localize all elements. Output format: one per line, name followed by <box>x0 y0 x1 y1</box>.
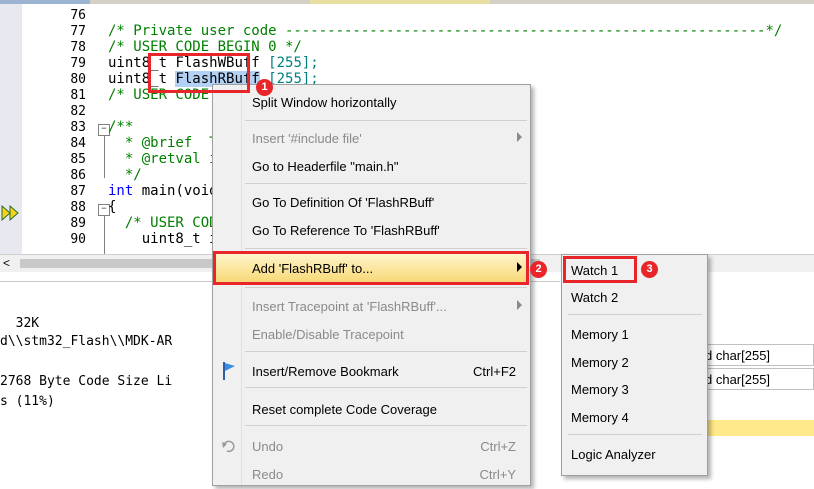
menu-item-bookmark[interactable]: Insert/Remove Bookmark Ctrl+F2 <box>213 356 530 386</box>
line-number: 80 <box>70 72 86 87</box>
line-number: 77 <box>70 24 86 39</box>
menu-separator <box>245 248 527 249</box>
submenu-item-label: Memory 4 <box>571 410 629 425</box>
code-line[interactable]: /* Private user code -------------------… <box>108 23 782 39</box>
undo-icon <box>222 440 235 453</box>
menu-item-redo[interactable]: Redo Ctrl+Y <box>213 459 530 489</box>
watch-panel: l d char[255] d char[255] <box>700 330 814 430</box>
context-menu[interactable]: Split Window horizontally Insert '#inclu… <box>212 84 531 486</box>
execution-arrow-icon <box>1 204 19 222</box>
annotation-box-identifier <box>148 53 250 93</box>
code-line[interactable]: uint8_t i; <box>108 231 226 247</box>
line-number: 89 <box>70 216 86 231</box>
menu-item-label: Go To Reference To 'FlashRBuff' <box>252 223 440 238</box>
output-line: 2768 Byte Code Size Li <box>0 374 173 389</box>
annotation-badge-2: 2 <box>530 261 547 278</box>
menu-item-label: Insert/Remove Bookmark <box>252 364 399 379</box>
line-number: 78 <box>70 40 86 55</box>
scroll-left-icon[interactable]: < <box>3 256 10 270</box>
bookmark-flag-icon <box>223 362 235 380</box>
menu-separator <box>245 183 527 184</box>
menu-item-label: Insert Tracepoint at 'FlashRBuff'... <box>252 299 447 314</box>
submenu-item-memory-3[interactable]: Memory 3 <box>562 376 707 402</box>
fold-line <box>104 136 105 178</box>
menu-item-label: Redo <box>252 467 284 482</box>
code-line[interactable]: /** <box>108 119 133 135</box>
menu-separator <box>245 120 527 121</box>
menu-item-shortcut: Ctrl+Z <box>480 439 516 454</box>
fold-line <box>104 216 105 254</box>
line-number: 81 <box>70 88 86 103</box>
annotation-badge-3: 3 <box>641 261 658 278</box>
line-number: 79 <box>70 56 86 71</box>
menu-item-label: Go To Definition Of 'FlashRBuff' <box>252 195 435 210</box>
menu-item-insert-include[interactable]: Insert '#include file' <box>213 123 530 153</box>
menu-item-label: Go to Headerfile "main.h" <box>252 159 399 174</box>
submenu-item-label: Memory 2 <box>571 355 629 370</box>
submenu-item-watch-2[interactable]: Watch 2 <box>562 284 707 310</box>
menu-item-undo[interactable]: Undo Ctrl+Z <box>213 431 530 461</box>
menu-separator <box>245 287 527 288</box>
submenu-item-label: Logic Analyzer <box>571 447 656 462</box>
menu-separator <box>245 351 527 352</box>
submenu-item-label: Watch 2 <box>571 290 619 305</box>
add-to-submenu[interactable]: Watch 1 Watch 2 Memory 1 Memory 2 Memory… <box>561 254 708 476</box>
line-number: 83 <box>70 120 86 135</box>
menu-item-go-to-definition[interactable]: Go To Definition Of 'FlashRBuff' <box>213 187 530 217</box>
submenu-item-memory-2[interactable]: Memory 2 <box>562 349 707 375</box>
menu-item-label: Split Window horizontally <box>252 95 397 110</box>
menu-separator <box>568 434 702 435</box>
code-line[interactable]: /* USER CODE <box>108 215 226 231</box>
line-number: 84 <box>70 136 86 151</box>
watch-row[interactable]: d char[255] <box>700 344 814 366</box>
menu-item-label: Insert '#include file' <box>252 131 362 146</box>
menu-separator <box>245 387 527 388</box>
code-line[interactable]: */ <box>108 167 142 183</box>
menu-item-enable-tracepoint[interactable]: Enable/Disable Tracepoint <box>213 319 530 349</box>
menu-separator <box>568 314 702 315</box>
watch-row[interactable]: d char[255] <box>700 368 814 390</box>
output-line: 32K <box>0 316 40 331</box>
line-number: 85 <box>70 152 86 167</box>
output-line: s (11%) <box>0 394 55 409</box>
code-line[interactable]: int main(void) <box>108 183 226 199</box>
line-number: 87 <box>70 184 86 199</box>
submenu-arrow-icon <box>517 132 522 142</box>
menu-item-shortcut: Ctrl+F2 <box>473 364 516 379</box>
line-number: 86 <box>70 168 86 183</box>
code-line[interactable]: { <box>108 199 116 215</box>
menu-item-shortcut: Ctrl+Y <box>479 467 516 482</box>
keyword-token: int <box>108 183 134 199</box>
status-highlight <box>700 420 814 436</box>
code-token: [255]; <box>259 55 319 71</box>
submenu-item-memory-4[interactable]: Memory 4 <box>562 404 707 430</box>
line-number: 88 <box>70 200 86 215</box>
line-number: 82 <box>70 104 86 119</box>
submenu-item-logic-analyzer[interactable]: Logic Analyzer <box>562 441 707 467</box>
annotation-badge-1: 1 <box>256 79 273 96</box>
output-line: d\\stm32_Flash\\MDK-AR <box>0 334 173 349</box>
annotation-box-add-to <box>213 251 529 285</box>
menu-item-go-to-headerfile[interactable]: Go to Headerfile "main.h" <box>213 151 530 181</box>
menu-item-label: Reset complete Code Coverage <box>252 402 437 417</box>
annotation-box-watch-1 <box>563 256 637 283</box>
submenu-item-memory-1[interactable]: Memory 1 <box>562 321 707 347</box>
menu-item-go-to-reference[interactable]: Go To Reference To 'FlashRBuff' <box>213 215 530 245</box>
submenu-item-label: Memory 3 <box>571 382 629 397</box>
menu-item-label: Enable/Disable Tracepoint <box>252 327 404 342</box>
menu-item-reset-coverage[interactable]: Reset complete Code Coverage <box>213 394 530 424</box>
menu-item-label: Undo <box>252 439 284 454</box>
submenu-item-label: Memory 1 <box>571 327 629 342</box>
menu-item-insert-tracepoint[interactable]: Insert Tracepoint at 'FlashRBuff'... <box>213 291 530 321</box>
line-number: 90 <box>70 232 86 247</box>
line-number: 76 <box>70 8 86 23</box>
submenu-arrow-icon <box>517 300 522 310</box>
menu-separator <box>245 425 527 426</box>
